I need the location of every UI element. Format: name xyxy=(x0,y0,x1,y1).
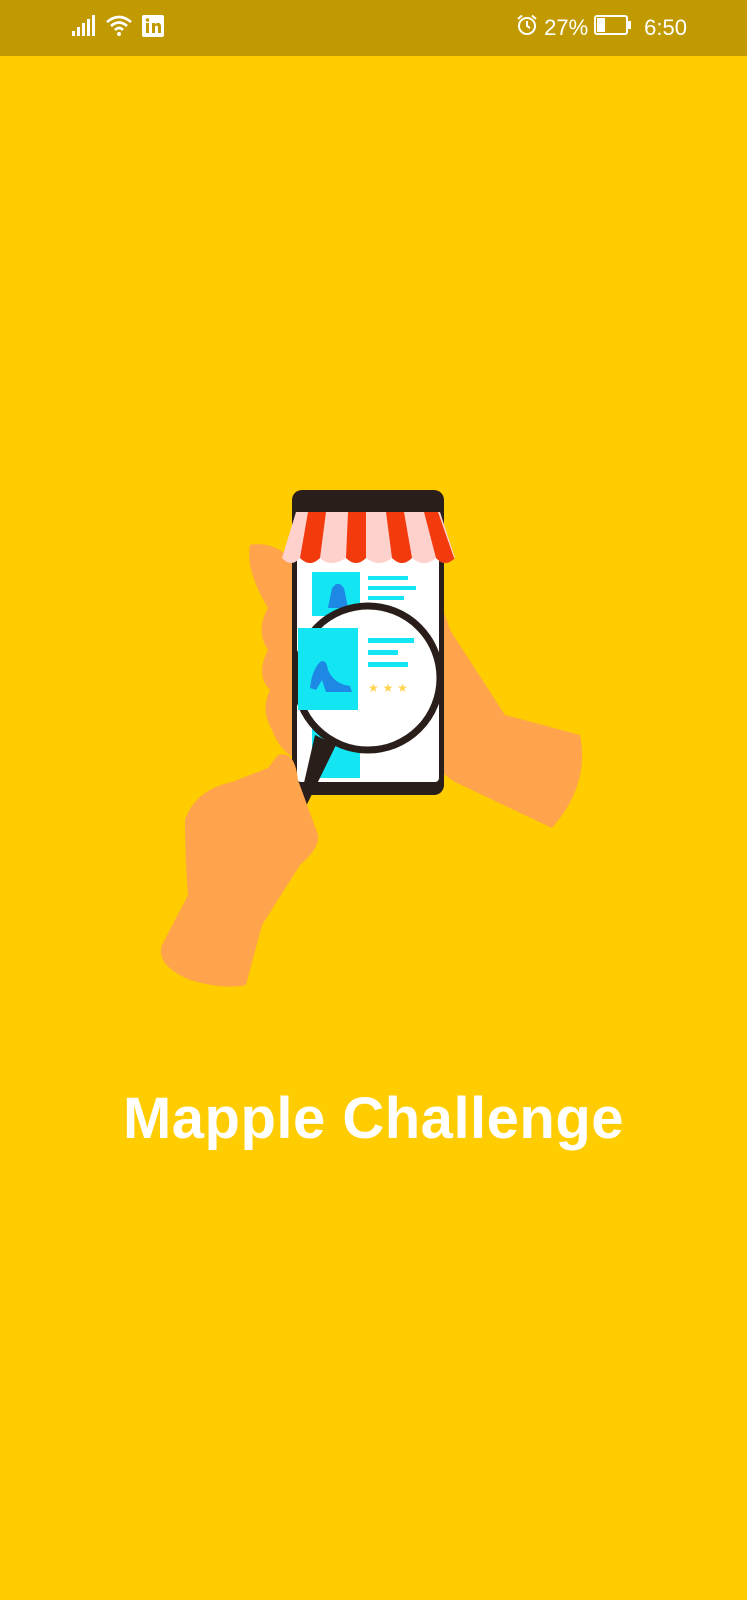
app-title: Mapple Challenge xyxy=(122,1086,625,1151)
shopping-app-search-illustration: ★ ★ ★ xyxy=(150,490,600,1010)
status-bar: 27% 6:50 xyxy=(0,0,747,56)
battery-icon xyxy=(594,15,632,41)
store-awning xyxy=(282,512,455,563)
wifi-icon xyxy=(106,15,132,42)
alarm-icon xyxy=(516,14,538,42)
linkedin-icon xyxy=(142,14,164,42)
status-left-icons xyxy=(72,14,164,42)
svg-text:★ ★ ★: ★ ★ ★ xyxy=(368,681,408,695)
cellular-signal-icon xyxy=(72,14,96,42)
status-time: 6:50 xyxy=(644,15,687,40)
status-right-icons: 27% 6:50 xyxy=(516,12,687,44)
magnifying-glass-illustration: ★ ★ ★ xyxy=(292,602,444,835)
splash-screen: 27% 6:50 ★ ★ ★ Mapple Challenge xyxy=(0,0,747,1600)
left-hand-back xyxy=(249,544,298,760)
battery-percent: 27% xyxy=(544,15,589,40)
front-hand xyxy=(160,754,319,987)
